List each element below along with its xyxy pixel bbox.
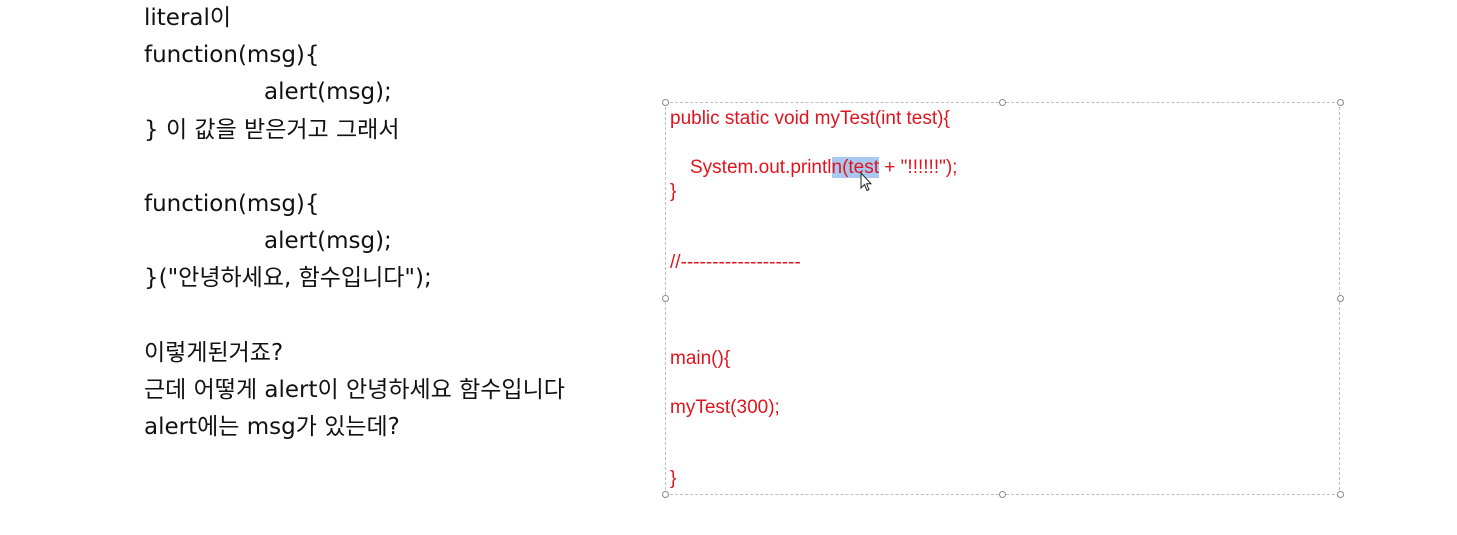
- notes-line: alert에는 msg가 있는데?: [144, 414, 400, 440]
- notes-line: function(msg){: [144, 191, 320, 217]
- resize-handle-top[interactable]: [999, 99, 1006, 106]
- notes-line: } 이 값을 받은거고 그래서: [144, 117, 400, 143]
- arrow-cursor-icon: [860, 172, 872, 192]
- code-line[interactable]: main(){: [670, 347, 730, 371]
- notes-line: alert(msg);: [264, 228, 392, 254]
- notes-line: 근데 어떻게 alert이 안녕하세요 함수입니다: [144, 377, 565, 403]
- code-line[interactable]: public static void myTest(int test){: [670, 107, 950, 131]
- notes-line: alert(msg);: [264, 79, 392, 105]
- code-line[interactable]: //-------------------: [670, 251, 801, 275]
- notes-line: literal이: [144, 5, 232, 31]
- resize-handle-bottom-left[interactable]: [662, 491, 669, 498]
- resize-handle-top-right[interactable]: [1337, 99, 1344, 106]
- code-line[interactable]: myTest(300);: [670, 396, 780, 420]
- notes-line: 이렇게된거죠?: [144, 340, 284, 366]
- notes-line: }("안녕하세요, 함수입니다");: [144, 265, 432, 291]
- code-text: System.out.printl: [690, 157, 832, 178]
- resize-handle-bottom[interactable]: [999, 491, 1006, 498]
- resize-handle-bottom-right[interactable]: [1337, 491, 1344, 498]
- resize-handle-right[interactable]: [1337, 295, 1344, 302]
- code-line[interactable]: }: [670, 180, 676, 204]
- resize-handle-left[interactable]: [662, 295, 669, 302]
- code-text: + "!!!!!!");: [879, 157, 958, 178]
- code-line[interactable]: }: [670, 467, 676, 491]
- notes-line: function(msg){: [144, 42, 320, 68]
- resize-handle-top-left[interactable]: [662, 99, 669, 106]
- code-line-println[interactable]: System.out.println(test + "!!!!!!");: [690, 156, 957, 180]
